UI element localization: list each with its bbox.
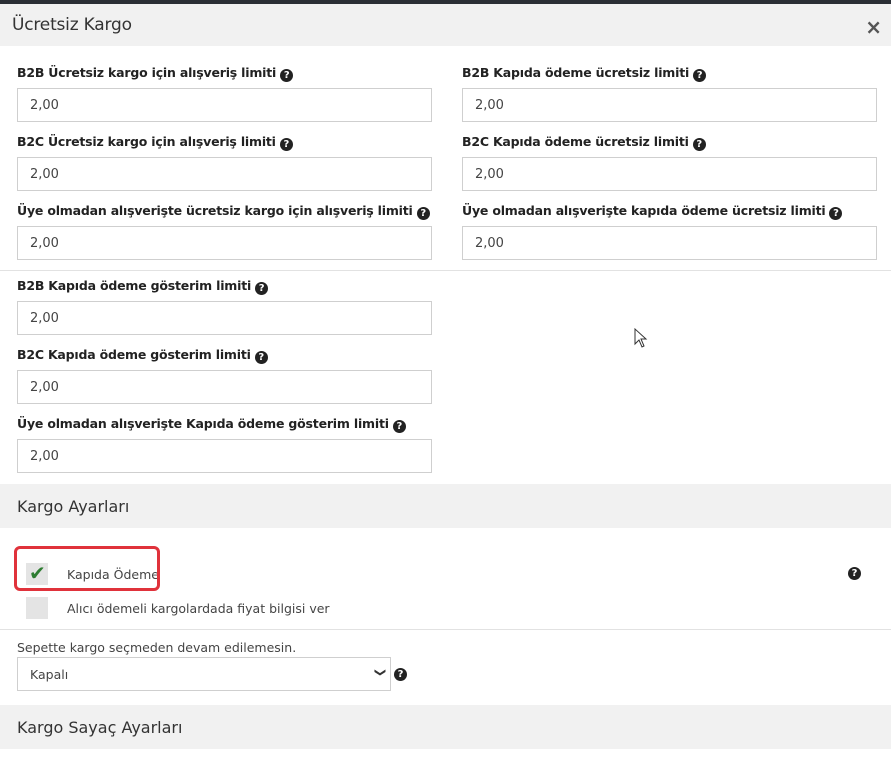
help-icon[interactable]: ? bbox=[829, 207, 843, 220]
modal-title: Ücretsiz Kargo bbox=[12, 15, 132, 35]
label-text: B2C Kapıda ödeme gösterim limiti bbox=[17, 347, 251, 362]
modal-header: Ücretsiz Kargo × bbox=[0, 4, 891, 46]
field-label-b2c-cod-display: B2C Kapıda ödeme gösterim limiti? bbox=[17, 347, 268, 364]
label-text: B2C Ücretsiz kargo için alışveriş limiti bbox=[17, 134, 276, 149]
divider bbox=[0, 629, 891, 630]
cart-shipping-select[interactable]: Kapalı ❯ bbox=[17, 657, 391, 691]
help-icon[interactable]: ? bbox=[693, 69, 707, 82]
label-text: B2C Kapıda ödeme ücretsiz limiti bbox=[462, 134, 689, 149]
field-label-guest-free-shipping: Üye olmadan alışverişte ücretsiz kargo i… bbox=[17, 203, 430, 220]
chevron-down-icon: ❯ bbox=[373, 667, 387, 678]
label-text: B2B Kapıda ödeme gösterim limiti bbox=[17, 278, 252, 293]
guest-cod-display-limit-input[interactable] bbox=[17, 439, 432, 473]
label-text: B2B Ücretsiz kargo için alışveriş limiti bbox=[17, 65, 277, 80]
section-header-kargo-ayarlari: Kargo Ayarları bbox=[0, 484, 891, 528]
guest-cod-free-limit-input[interactable] bbox=[462, 226, 877, 260]
b2b-cod-free-limit-input[interactable] bbox=[462, 88, 877, 122]
section-title: Kargo Ayarları bbox=[17, 497, 130, 516]
section-header-kargo-sayac: Kargo Sayaç Ayarları bbox=[0, 705, 891, 749]
help-icon[interactable]: ? bbox=[416, 207, 430, 220]
b2c-free-shipping-limit-input[interactable] bbox=[17, 157, 432, 191]
section-title: Kargo Sayaç Ayarları bbox=[17, 718, 183, 737]
close-icon[interactable]: × bbox=[865, 17, 882, 37]
field-label-b2b-free-shipping: B2B Ücretsiz kargo için alışveriş limiti… bbox=[17, 65, 294, 82]
label-text: Üye olmadan alışverişte kapıda ödeme ücr… bbox=[462, 203, 826, 218]
cart-shipping-select-label: Sepette kargo seçmeden devam edilemesin. bbox=[17, 640, 297, 655]
select-value: Kapalı bbox=[30, 667, 69, 682]
label-text: B2B Kapıda ödeme ücretsiz limiti bbox=[462, 65, 690, 80]
field-label-guest-cod-display: Üye olmadan alışverişte Kapıda ödeme gös… bbox=[17, 416, 406, 433]
guest-free-shipping-limit-input[interactable] bbox=[17, 226, 432, 260]
help-icon[interactable]: ? bbox=[255, 282, 269, 295]
help-icon[interactable]: ? bbox=[280, 69, 294, 82]
field-label-b2c-free-shipping: B2C Ücretsiz kargo için alışveriş limiti… bbox=[17, 134, 293, 151]
field-label-b2b-cod-free: B2B Kapıda ödeme ücretsiz limiti? bbox=[462, 65, 707, 82]
help-icon[interactable]: ? bbox=[394, 668, 407, 681]
b2c-cod-free-limit-input[interactable] bbox=[462, 157, 877, 191]
b2c-cod-display-limit-input[interactable] bbox=[17, 370, 432, 404]
help-icon[interactable]: ? bbox=[692, 138, 706, 151]
help-icon[interactable]: ? bbox=[254, 351, 268, 364]
help-icon[interactable]: ? bbox=[392, 420, 406, 433]
field-label-b2b-cod-display: B2B Kapıda ödeme gösterim limiti? bbox=[17, 278, 269, 295]
receiver-pays-checkbox[interactable] bbox=[26, 597, 48, 619]
divider bbox=[0, 270, 891, 271]
b2b-cod-display-limit-input[interactable] bbox=[17, 301, 432, 335]
b2b-free-shipping-limit-input[interactable] bbox=[17, 88, 432, 122]
label-text: Üye olmadan alışverişte Kapıda ödeme gös… bbox=[17, 416, 389, 431]
label-text: Üye olmadan alışverişte ücretsiz kargo i… bbox=[17, 203, 413, 218]
field-label-b2c-cod-free: B2C Kapıda ödeme ücretsiz limiti? bbox=[462, 134, 706, 151]
highlight-box bbox=[14, 546, 160, 591]
mouse-cursor-icon bbox=[634, 328, 648, 348]
field-label-guest-cod-free: Üye olmadan alışverişte kapıda ödeme ücr… bbox=[462, 203, 843, 220]
help-icon[interactable]: ? bbox=[848, 567, 861, 580]
receiver-pays-checkbox-label[interactable]: Alıcı ödemeli kargolardada fiyat bilgisi… bbox=[67, 601, 330, 616]
help-icon[interactable]: ? bbox=[279, 138, 293, 151]
